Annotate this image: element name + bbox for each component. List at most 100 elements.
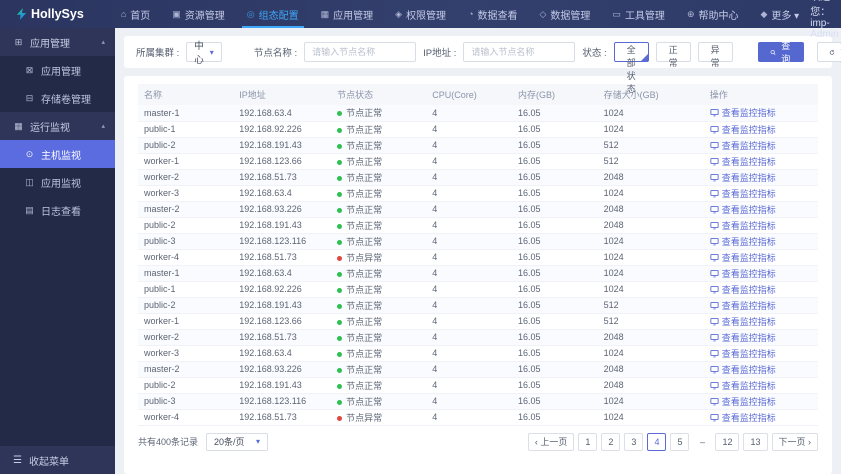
view-metrics-label: 查看监控指标 bbox=[721, 124, 776, 135]
nav-item-label: 工具管理 bbox=[624, 10, 665, 22]
page-button[interactable]: 3 bbox=[624, 432, 644, 451]
nav-item-label: 帮助中心 bbox=[698, 10, 739, 22]
cell-storage: 1024 bbox=[597, 409, 704, 426]
view-metrics-link[interactable]: 查看监控指标 bbox=[710, 347, 776, 360]
view-metrics-link[interactable]: 查看监控指标 bbox=[710, 139, 776, 152]
view-metrics-label: 查看监控指标 bbox=[721, 364, 776, 375]
nav-item[interactable]: ◎ 组态配置 bbox=[236, 0, 310, 28]
view-metrics-link[interactable]: 查看监控指标 bbox=[710, 251, 776, 264]
node-name-label: 节点名称 : bbox=[253, 48, 298, 59]
collapse-menu-button[interactable]: ☰ 收起菜单 bbox=[0, 446, 115, 474]
view-metrics-link[interactable]: 查看监控指标 bbox=[710, 331, 776, 344]
status-dot bbox=[337, 111, 343, 117]
view-metrics-link[interactable]: 查看监控指标 bbox=[710, 219, 776, 232]
sidebar-item[interactable]: ◫ 应用监视 bbox=[0, 168, 115, 196]
page-button[interactable]: 5 bbox=[670, 432, 690, 451]
view-metrics-link[interactable]: 查看监控指标 bbox=[710, 379, 776, 392]
nav-item[interactable]: ▦ 应用管理 bbox=[310, 0, 385, 28]
view-metrics-link[interactable]: 查看监控指标 bbox=[710, 411, 776, 424]
nav-item[interactable]: ⊕ 帮助中心 bbox=[676, 0, 750, 28]
query-button-label: 查询 bbox=[781, 41, 791, 64]
view-metrics-link[interactable]: 查看监控指标 bbox=[710, 395, 776, 408]
cell-ip: 192.168.123.66 bbox=[233, 313, 332, 330]
view-metrics-link[interactable]: 查看监控指标 bbox=[710, 171, 776, 184]
table-row: worker-1 192.168.123.66 节点正常 4 16.05 512 bbox=[138, 153, 818, 170]
monitor-icon bbox=[710, 301, 719, 309]
ip-input[interactable] bbox=[463, 42, 576, 62]
nav-item[interactable]: ▣ 资源管理 bbox=[161, 0, 236, 28]
view-metrics-label: 查看监控指标 bbox=[721, 284, 776, 295]
status-all-button[interactable]: 全部状态 bbox=[613, 42, 649, 94]
cluster-select[interactable]: 中心 ▾ bbox=[186, 41, 222, 66]
query-button[interactable]: 查询 bbox=[757, 41, 804, 64]
monitor-icon bbox=[710, 333, 719, 341]
view-metrics-link[interactable]: 查看监控指标 bbox=[710, 187, 776, 200]
sidebar-item[interactable]: ⊠ 应用管理 bbox=[0, 56, 115, 84]
view-metrics-link[interactable]: 查看监控指标 bbox=[710, 315, 776, 328]
nav-item[interactable]: ⌂ 首页 bbox=[110, 0, 161, 28]
page-button[interactable]: 13 bbox=[743, 432, 768, 451]
page-button[interactable]: 12 bbox=[715, 432, 740, 451]
table-column-header: CPU(Core) bbox=[426, 84, 512, 105]
view-metrics-link[interactable]: 查看监控指标 bbox=[710, 363, 776, 376]
chevron-up-icon: ▴ bbox=[101, 39, 105, 46]
cell-storage: 1024 bbox=[597, 345, 704, 362]
status-normal-button[interactable]: 正常 bbox=[655, 42, 691, 68]
status-dot bbox=[337, 287, 343, 293]
page-button[interactable]: – bbox=[693, 433, 711, 451]
view-metrics-link[interactable]: 查看监控指标 bbox=[710, 235, 776, 248]
sidebar-spacer bbox=[0, 224, 115, 446]
storage-volume-icon: ⊟ bbox=[25, 92, 34, 103]
node-name-input[interactable] bbox=[304, 42, 417, 62]
sidebar-item-label: 存储卷管理 bbox=[41, 94, 91, 106]
cell-ip: 192.168.51.73 bbox=[233, 409, 332, 426]
status-dot bbox=[337, 399, 343, 405]
page-button[interactable]: 下一页 › bbox=[771, 432, 818, 451]
page-button[interactable]: ‹ 上一页 bbox=[527, 432, 575, 451]
cell-name: public-2 bbox=[138, 377, 234, 394]
page-button[interactable]: 1 bbox=[578, 432, 598, 451]
app-logo[interactable]: HollySys bbox=[0, 0, 96, 28]
sidebar-item[interactable]: ⊟ 存储卷管理 bbox=[0, 84, 115, 112]
nav-item[interactable]: ◈ 权限管理 bbox=[384, 0, 457, 28]
view-metrics-link[interactable]: 查看监控指标 bbox=[710, 267, 776, 280]
view-metrics-link[interactable]: 查看监控指标 bbox=[710, 283, 776, 296]
cell-action: 查看监控指标 bbox=[703, 265, 818, 282]
status-abnormal-button[interactable]: 异常 bbox=[697, 42, 733, 68]
nav-item-label: 数据管理 bbox=[550, 10, 591, 22]
nav-item[interactable]: ◇ 数据管理 bbox=[529, 0, 602, 28]
view-metrics-link[interactable]: 查看监控指标 bbox=[710, 123, 776, 136]
sidebar-item[interactable]: ⊙ 主机监视 bbox=[0, 140, 115, 168]
nav-item[interactable]: ◔ 数据查看 bbox=[457, 0, 528, 28]
view-metrics-label: 查看监控指标 bbox=[721, 108, 776, 119]
page-size-select[interactable]: 20条/页 ▾ bbox=[206, 432, 269, 451]
view-metrics-link[interactable]: 查看监控指标 bbox=[710, 106, 776, 119]
view-metrics-link[interactable]: 查看监控指标 bbox=[710, 299, 776, 312]
cell-cpu: 4 bbox=[426, 377, 512, 394]
nav-item[interactable]: ▭ 工具管理 bbox=[601, 0, 676, 28]
status-dot bbox=[337, 223, 343, 229]
nav-item[interactable]: ◆ 更多 ▾ bbox=[749, 0, 810, 28]
view-metrics-link[interactable]: 查看监控指标 bbox=[710, 203, 776, 216]
cell-action: 查看监控指标 bbox=[703, 361, 818, 378]
sidebar-item[interactable]: ⊞ 应用管理 ▴ bbox=[0, 28, 115, 56]
page-button[interactable]: 2 bbox=[601, 432, 621, 451]
view-metrics-label: 查看监控指标 bbox=[721, 172, 776, 183]
cell-status: 节点正常 bbox=[331, 201, 427, 218]
reset-button[interactable]: 重置 bbox=[816, 41, 841, 64]
view-metrics-link[interactable]: 查看监控指标 bbox=[710, 155, 776, 168]
page-button[interactable]: 4 bbox=[647, 432, 667, 451]
view-metrics-label: 查看监控指标 bbox=[721, 156, 776, 167]
cell-action: 查看监控指标 bbox=[703, 153, 818, 170]
sidebar-item[interactable]: ▤ 日志查看 bbox=[0, 196, 115, 224]
cell-name: worker-1 bbox=[138, 313, 234, 330]
view-metrics-label: 查看监控指标 bbox=[721, 316, 776, 327]
node-table: 名称 IP地址 节点状态 CPU(Core) 内存(GB) 存储大小(GB) 操… bbox=[138, 84, 818, 426]
view-metrics-label: 查看监控指标 bbox=[721, 268, 776, 279]
view-metrics-label: 查看监控指标 bbox=[721, 188, 776, 199]
collapse-menu-icon: ☰ bbox=[13, 454, 22, 466]
cell-ip: 192.168.92.226 bbox=[233, 281, 332, 298]
cell-status: 节点正常 bbox=[331, 361, 427, 378]
monitor-icon bbox=[710, 413, 719, 421]
sidebar-item[interactable]: ▦ 运行监视 ▴ bbox=[0, 112, 115, 140]
